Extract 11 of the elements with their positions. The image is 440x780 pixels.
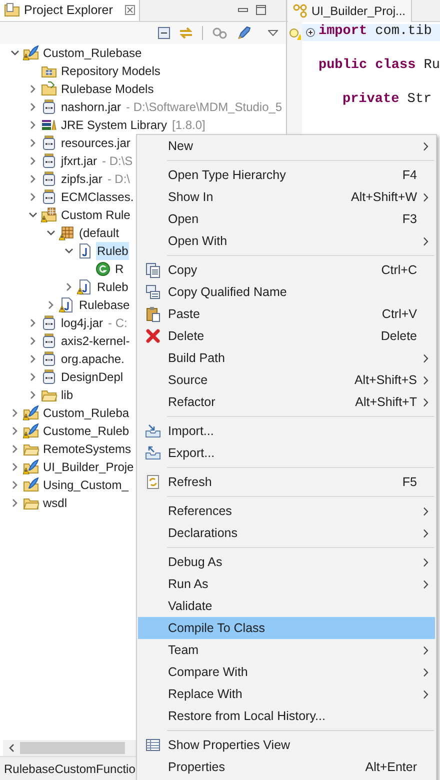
code-line: import com.tib <box>318 23 432 42</box>
code-line: private Str <box>342 91 432 110</box>
tab-label: UI_Builder_Proj... <box>311 2 406 20</box>
path-decoration: - D:\Software\MDM_Studio_5 <box>126 99 282 116</box>
path-decoration: - D:\ <box>107 171 130 188</box>
status-text: RulebaseCustomFunctio <box>4 760 136 778</box>
path-decoration: - C: <box>108 315 128 332</box>
panel-title: Project Explorer <box>24 2 113 19</box>
code-line: public class Ru <box>318 57 440 76</box>
path-decoration: [1.8.0] <box>172 117 206 134</box>
path-decoration: - D:\S <box>102 153 133 170</box>
